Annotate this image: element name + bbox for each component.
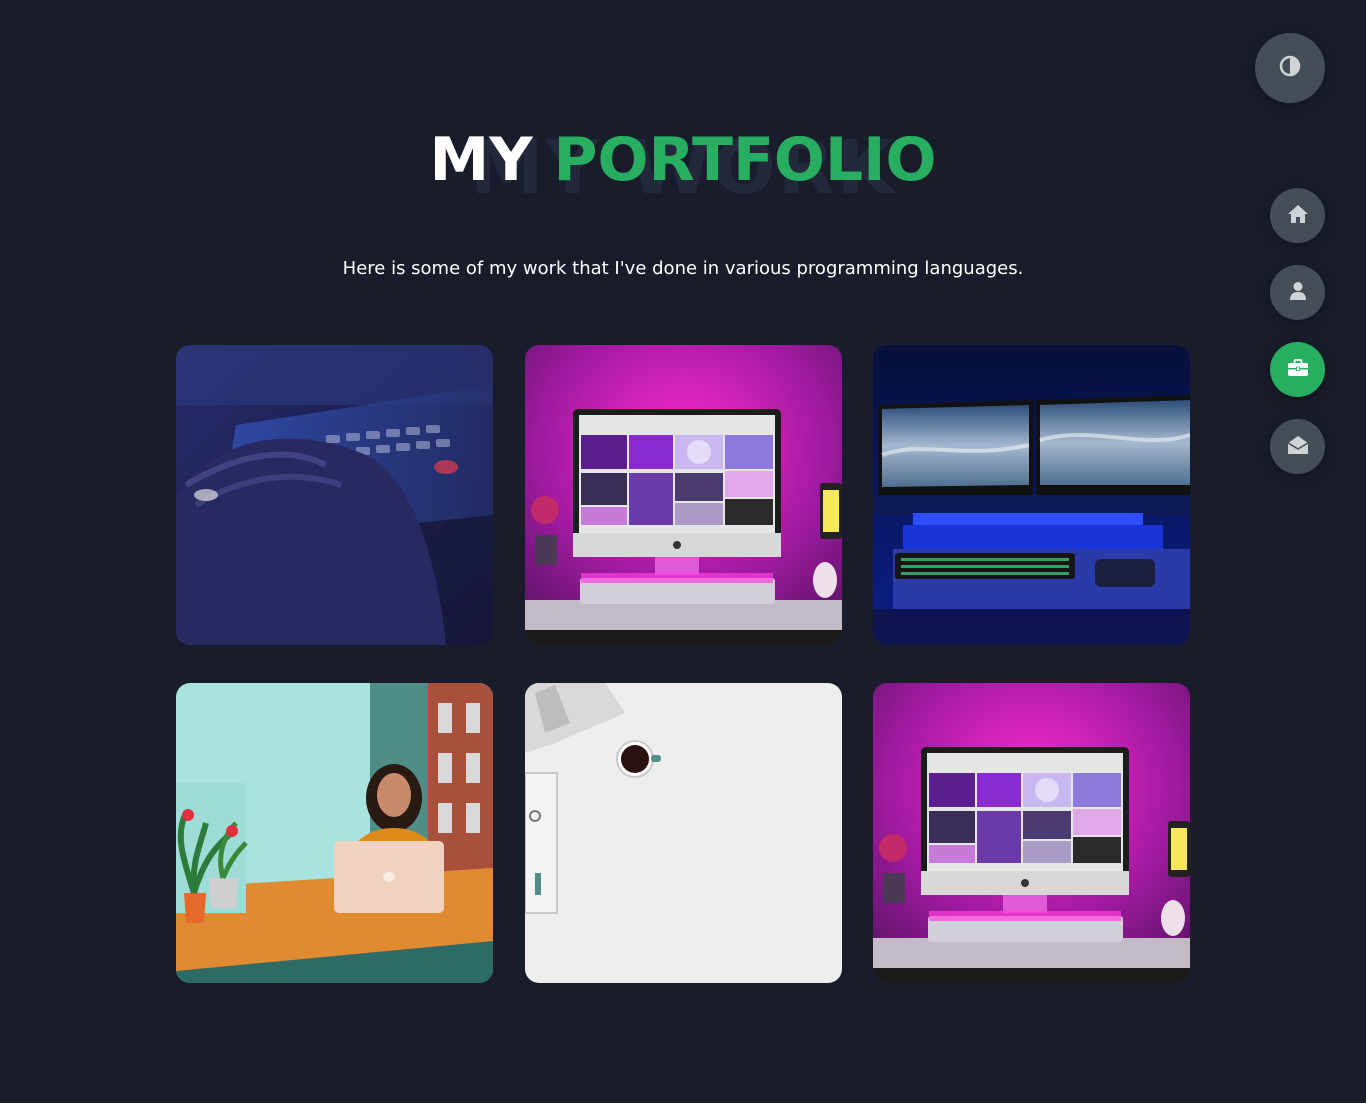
title-white-part: MY [429, 125, 533, 195]
theme-toggle-button[interactable] [1255, 33, 1325, 103]
nav-portfolio-button[interactable] [1270, 342, 1325, 397]
portfolio-item[interactable] [873, 345, 1190, 645]
dual-monitor-blue-desk-photo [873, 345, 1190, 645]
hand-on-keyboard-photo [176, 345, 493, 645]
portfolio-grid [176, 345, 1190, 983]
briefcase-icon [1287, 358, 1309, 381]
portfolio-item[interactable] [524, 345, 842, 645]
page-title: MY PORTFOLIO [0, 120, 1366, 200]
envelope-open-icon [1287, 435, 1309, 459]
contrast-icon [1279, 55, 1301, 81]
portfolio-item[interactable] [176, 683, 493, 983]
section-subtitle: Here is some of my work that I've done i… [342, 258, 1024, 279]
pink-desk-imac-photo [524, 345, 842, 645]
woman-with-laptop-photo [176, 683, 493, 983]
white-desk-coffee-photo [524, 683, 842, 983]
portfolio-item[interactable] [524, 683, 842, 983]
nav-contact-button[interactable] [1270, 419, 1325, 474]
section-heading: MY WORK MY PORTFOLIO [0, 120, 1366, 210]
portfolio-item[interactable] [873, 683, 1190, 983]
title-accent-part: PORTFOLIO [553, 125, 937, 195]
side-nav [1270, 188, 1325, 496]
user-icon [1289, 281, 1307, 305]
pink-desk-imac-photo [873, 683, 1190, 983]
portfolio-item[interactable] [176, 345, 493, 645]
